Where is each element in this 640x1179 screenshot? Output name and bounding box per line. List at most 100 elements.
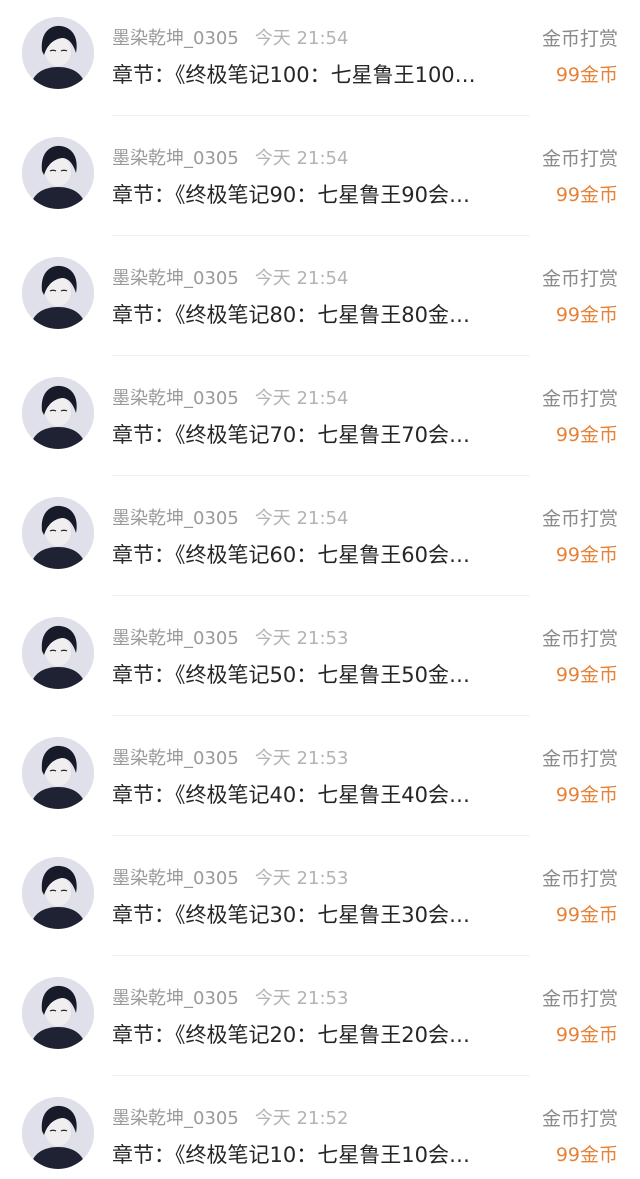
reward-amount: 99金币 [555,664,618,686]
avatar-photo-icon [22,257,94,329]
reward-amount: 99金币 [555,1144,618,1166]
avatar-photo-icon [22,17,94,89]
list-item[interactable]: 墨染乾坤_0305 今天 21:52 章节：《终极笔记10：七星鲁王10会… 金币… [0,1080,640,1179]
chapter-title[interactable]: 章节：《终极笔记100：七星鲁王100… [112,60,532,90]
username[interactable]: 墨染乾坤_0305 [112,508,239,529]
reward-amount: 99金币 [555,184,618,206]
reward-type: 金币打赏 [541,1108,618,1130]
chapter-title[interactable]: 章节：《终极笔记10：七星鲁王10会… [112,1140,532,1170]
avatar[interactable] [22,977,94,1049]
list-item[interactable]: 墨染乾坤_0305 今天 21:53 章节：《终极笔记20：七星鲁王20会… 金币… [0,960,640,1080]
timestamp: 今天 21:52 [254,1108,349,1129]
avatar-photo-icon [22,857,94,929]
timestamp: 今天 21:54 [254,28,349,49]
record-meta: 墨染乾坤_0305 今天 21:52 [112,1107,348,1131]
divider [112,235,530,236]
chapter-title[interactable]: 章节：《终极笔记90：七星鲁王90会… [112,180,532,210]
avatar[interactable] [22,137,94,209]
reward-amount: 99金币 [555,784,618,806]
reward-type: 金币打赏 [541,148,618,170]
list-item[interactable]: 墨染乾坤_0305 今天 21:54 章节：《终极笔记70：七星鲁王70会… 金币… [0,360,640,480]
timestamp: 今天 21:53 [254,748,349,769]
list-item[interactable]: 墨染乾坤_0305 今天 21:54 章节：《终极笔记60：七星鲁王60会… 金币… [0,480,640,600]
timestamp: 今天 21:53 [254,988,349,1009]
reward-amount: 99金币 [555,1024,618,1046]
record-meta: 墨染乾坤_0305 今天 21:53 [112,987,348,1011]
list-item[interactable]: 墨染乾坤_0305 今天 21:53 章节：《终极笔记30：七星鲁王30会… 金币… [0,840,640,960]
chapter-title[interactable]: 章节：《终极笔记20：七星鲁王20会… [112,1020,532,1050]
avatar[interactable] [22,857,94,929]
avatar-photo-icon [22,617,94,689]
divider [112,835,530,836]
reward-record-list: 墨染乾坤_0305 今天 21:54 章节：《终极笔记100：七星鲁王100… 金… [0,0,640,1179]
avatar[interactable] [22,737,94,809]
list-item[interactable]: 墨染乾坤_0305 今天 21:54 章节：《终极笔记100：七星鲁王100… 金… [0,0,640,120]
record-meta: 墨染乾坤_0305 今天 21:53 [112,747,348,771]
reward-type: 金币打赏 [541,868,618,890]
username[interactable]: 墨染乾坤_0305 [112,1108,239,1129]
list-item[interactable]: 墨染乾坤_0305 今天 21:54 章节：《终极笔记80：七星鲁王80金… 金币… [0,240,640,360]
reward-type: 金币打赏 [541,508,618,530]
avatar-photo-icon [22,137,94,209]
divider [112,475,530,476]
username[interactable]: 墨染乾坤_0305 [112,388,239,409]
timestamp: 今天 21:54 [254,508,349,529]
chapter-title[interactable]: 章节：《终极笔记70：七星鲁王70会… [112,420,532,450]
reward-type: 金币打赏 [541,628,618,650]
chapter-title[interactable]: 章节：《终极笔记80：七星鲁王80金… [112,300,532,330]
username[interactable]: 墨染乾坤_0305 [112,148,239,169]
chapter-title[interactable]: 章节：《终极笔记30：七星鲁王30会… [112,900,532,930]
username[interactable]: 墨染乾坤_0305 [112,988,239,1009]
divider [112,115,530,116]
record-meta: 墨染乾坤_0305 今天 21:54 [112,507,348,531]
timestamp: 今天 21:54 [254,148,349,169]
avatar[interactable] [22,17,94,89]
record-meta: 墨染乾坤_0305 今天 21:54 [112,387,348,411]
timestamp: 今天 21:54 [254,388,349,409]
reward-amount: 99金币 [555,904,618,926]
reward-amount: 99金币 [555,64,618,86]
avatar[interactable] [22,1097,94,1169]
divider [112,355,530,356]
reward-amount: 99金币 [555,424,618,446]
avatar-photo-icon [22,1097,94,1169]
reward-type: 金币打赏 [541,28,618,50]
reward-type: 金币打赏 [541,748,618,770]
divider [112,715,530,716]
divider [112,955,530,956]
avatar[interactable] [22,377,94,449]
avatar[interactable] [22,617,94,689]
chapter-title[interactable]: 章节：《终极笔记50：七星鲁王50金… [112,660,532,690]
chapter-title[interactable]: 章节：《终极笔记60：七星鲁王60会… [112,540,532,570]
username[interactable]: 墨染乾坤_0305 [112,268,239,289]
list-item[interactable]: 墨染乾坤_0305 今天 21:53 章节：《终极笔记50：七星鲁王50金… 金币… [0,600,640,720]
record-meta: 墨染乾坤_0305 今天 21:53 [112,867,348,891]
username[interactable]: 墨染乾坤_0305 [112,28,239,49]
avatar[interactable] [22,257,94,329]
list-item[interactable]: 墨染乾坤_0305 今天 21:53 章节：《终极笔记40：七星鲁王40会… 金币… [0,720,640,840]
reward-type: 金币打赏 [541,988,618,1010]
chapter-title[interactable]: 章节：《终极笔记40：七星鲁王40会… [112,780,532,810]
divider [112,595,530,596]
record-meta: 墨染乾坤_0305 今天 21:53 [112,627,348,651]
list-item[interactable]: 墨染乾坤_0305 今天 21:54 章节：《终极笔记90：七星鲁王90会… 金币… [0,120,640,240]
reward-type: 金币打赏 [541,388,618,410]
timestamp: 今天 21:54 [254,268,349,289]
username[interactable]: 墨染乾坤_0305 [112,748,239,769]
avatar-photo-icon [22,377,94,449]
avatar-photo-icon [22,977,94,1049]
timestamp: 今天 21:53 [254,868,349,889]
record-meta: 墨染乾坤_0305 今天 21:54 [112,27,348,51]
avatar-photo-icon [22,737,94,809]
username[interactable]: 墨染乾坤_0305 [112,628,239,649]
avatar[interactable] [22,497,94,569]
record-meta: 墨染乾坤_0305 今天 21:54 [112,267,348,291]
record-meta: 墨染乾坤_0305 今天 21:54 [112,147,348,171]
reward-amount: 99金币 [555,544,618,566]
avatar-photo-icon [22,497,94,569]
timestamp: 今天 21:53 [254,628,349,649]
reward-type: 金币打赏 [541,268,618,290]
divider [112,1075,530,1076]
reward-amount: 99金币 [555,304,618,326]
username[interactable]: 墨染乾坤_0305 [112,868,239,889]
